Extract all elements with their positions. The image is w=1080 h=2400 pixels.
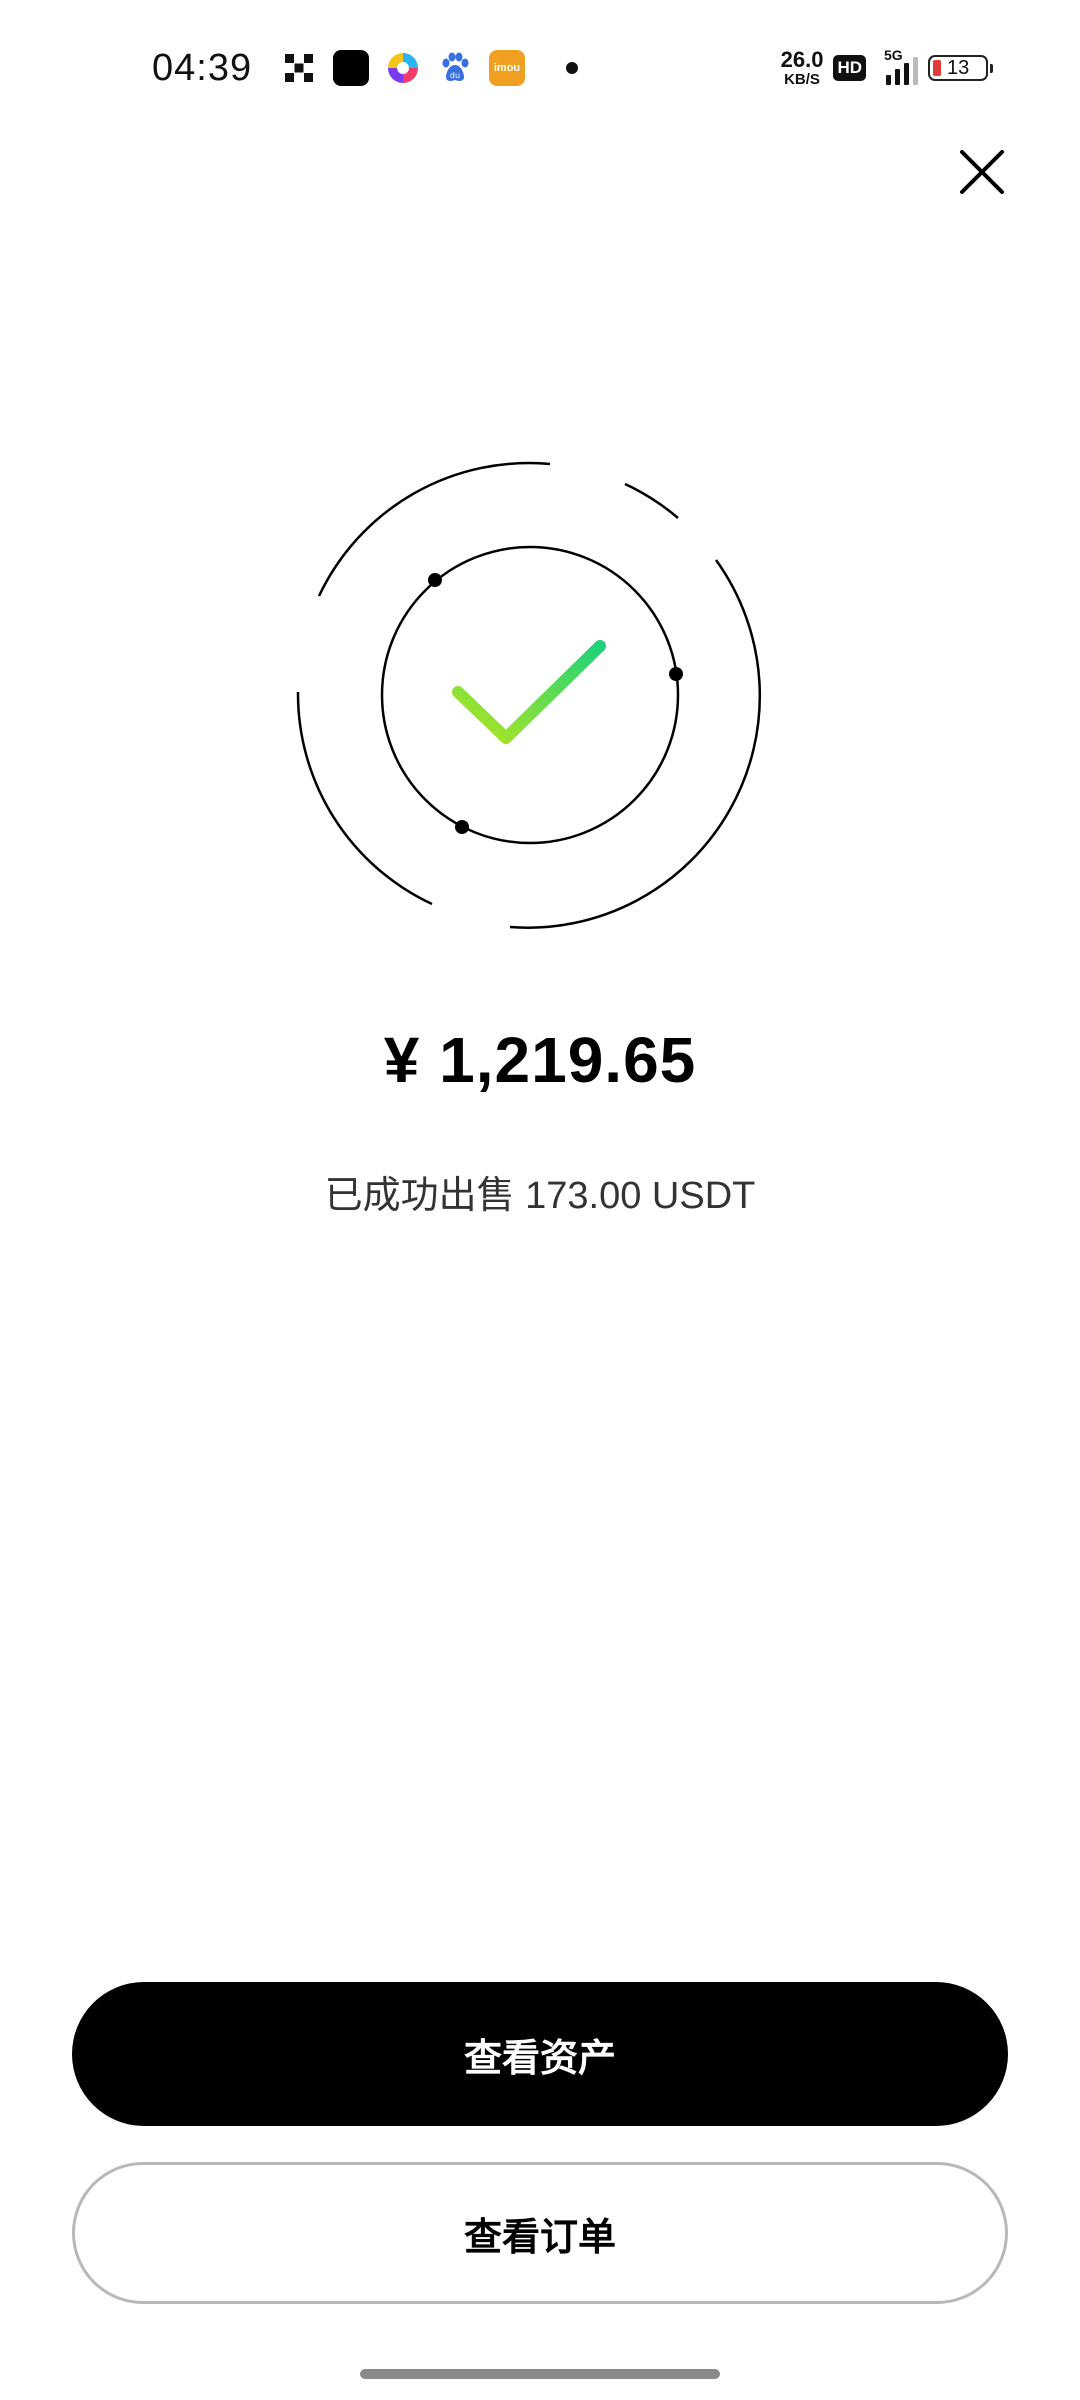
sold-amount: ¥ 1,219.65	[383, 1024, 697, 1096]
orbit-dot	[669, 667, 683, 681]
status-time: 04:39	[152, 47, 253, 89]
notification-icons: du imou	[280, 48, 578, 88]
orbit-dot	[455, 820, 469, 834]
hd-icon: HD	[833, 55, 866, 81]
svg-text:du: du	[450, 71, 460, 80]
okx-app-icon	[280, 49, 318, 87]
more-notifications-dot	[566, 62, 578, 74]
colorful-app-icon	[384, 49, 422, 87]
success-message: 已成功出售 173.00 USDT	[324, 1175, 756, 1217]
system-icons: 26.0 KB/S HD 5G 13	[780, 46, 993, 90]
black-app-icon	[332, 49, 370, 87]
imou-app-icon: imou	[488, 49, 526, 87]
close-icon	[960, 150, 1004, 194]
inner-ring	[380, 545, 680, 845]
home-indicator[interactable]	[360, 2369, 720, 2379]
close-button[interactable]	[950, 140, 1010, 200]
signal-icon: 5G	[876, 47, 918, 85]
success-illustration	[290, 460, 770, 940]
battery-level: 13	[947, 57, 970, 79]
status-bar: 04:39 du imou 26.0 KB/S HD 5G 13	[0, 0, 1080, 136]
baidu-icon: du	[436, 49, 474, 87]
orbit-dot	[428, 573, 442, 587]
view-assets-button[interactable]: 查看资产	[72, 1982, 1008, 2126]
battery-icon: 13	[928, 55, 993, 81]
view-orders-button[interactable]: 查看订单	[72, 2162, 1008, 2304]
outer-ring	[296, 461, 761, 929]
network-speed: 26.0 KB/S	[780, 47, 824, 88]
checkmark-icon	[452, 640, 606, 744]
